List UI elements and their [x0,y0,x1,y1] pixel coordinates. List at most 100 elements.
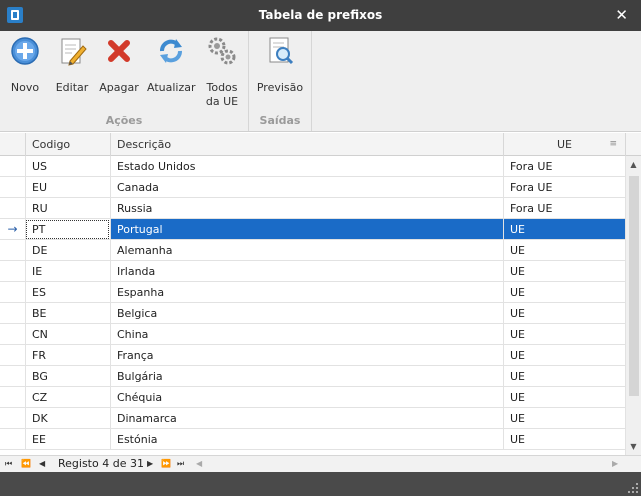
cell-descricao[interactable]: Bulgária [110,366,503,387]
apagar-button[interactable]: Apagar [98,35,140,95]
cell-ue[interactable]: UE [503,387,625,408]
cell-ue[interactable]: UE [503,324,625,345]
cell-ue[interactable]: UE [503,408,625,429]
cell-descricao[interactable]: Espanha [110,282,503,303]
cell-descricao[interactable]: Portugal [110,219,503,240]
column-header-ue[interactable]: UE ≡ [503,133,625,156]
cell-descricao[interactable]: Dinamarca [110,408,503,429]
scroll-thumb[interactable] [629,176,639,396]
row-indicator[interactable] [0,261,25,282]
table-row[interactable]: DK Dinamarca UE [0,408,625,429]
hscroll-right-icon[interactable]: ▶ [612,457,618,471]
cell-descricao[interactable]: Canada [110,177,503,198]
table-row[interactable]: CN China UE [0,324,625,345]
column-header-ue-label: UE [556,138,572,151]
title-bar: Tabela de prefixos ✕ [0,0,641,31]
cell-ue[interactable]: UE [503,366,625,387]
prefix-grid[interactable]: Codigo Descrição UE ≡ US Estado Unidos For… [0,133,641,455]
cell-ue[interactable]: UE [503,219,625,240]
cell-ue[interactable]: Fora UE [503,156,625,177]
table-row[interactable]: BG Bulgária UE [0,366,625,387]
row-indicator[interactable] [0,303,25,324]
table-row[interactable]: US Estado Unidos Fora UE [0,156,625,177]
scroll-down-icon[interactable]: ▼ [626,442,641,451]
editar-button[interactable]: Editar [52,35,92,95]
window-title: Tabela de prefixos [258,8,383,22]
cell-codigo[interactable]: EE [25,429,110,450]
table-row[interactable]: → PT Portugal UE [0,219,625,240]
close-button[interactable]: ✕ [615,6,628,24]
row-indicator[interactable] [0,345,25,366]
header-indicator-cell [0,133,25,156]
last-record-icon[interactable]: ⏭ [177,457,184,471]
cell-descricao[interactable]: China [110,324,503,345]
table-row[interactable]: IE Irlanda UE [0,261,625,282]
cell-descricao[interactable]: Chéquia [110,387,503,408]
row-indicator[interactable] [0,429,25,450]
next-record-icon[interactable]: ▶ [147,457,153,471]
cell-ue[interactable]: Fora UE [503,198,625,219]
novo-button[interactable]: Novo [4,35,46,95]
row-indicator[interactable] [0,240,25,261]
cell-codigo[interactable]: CN [25,324,110,345]
cell-descricao[interactable]: Estado Unidos [110,156,503,177]
row-indicator[interactable] [0,156,25,177]
table-row[interactable]: CZ Chéquia UE [0,387,625,408]
cell-codigo[interactable]: EU [25,177,110,198]
previsao-button[interactable]: Previsão [255,35,305,95]
table-row[interactable]: ES Espanha UE [0,282,625,303]
previous-record-icon[interactable]: ◀ [39,457,45,471]
cell-ue[interactable]: UE [503,261,625,282]
row-indicator[interactable] [0,366,25,387]
row-indicator[interactable] [0,408,25,429]
add-circle-icon [11,37,39,65]
row-indicator[interactable] [0,198,25,219]
cell-ue[interactable]: Fora UE [503,177,625,198]
cell-ue[interactable]: UE [503,240,625,261]
row-indicator[interactable] [0,177,25,198]
cell-codigo[interactable]: RU [25,198,110,219]
cell-descricao[interactable]: Belgica [110,303,503,324]
column-header-codigo[interactable]: Codigo [25,133,110,156]
cell-ue[interactable]: UE [503,303,625,324]
table-row[interactable]: EE Estónia UE [0,429,625,450]
table-row[interactable]: BE Belgica UE [0,303,625,324]
cell-codigo[interactable]: DK [25,408,110,429]
cell-codigo[interactable]: FR [25,345,110,366]
cell-codigo[interactable]: DE [25,240,110,261]
cell-descricao[interactable]: Estónia [110,429,503,450]
row-indicator[interactable] [0,387,25,408]
column-header-descricao[interactable]: Descrição [110,133,503,156]
atualizar-button[interactable]: Atualizar [147,35,196,95]
previous-page-icon[interactable]: ⏪ [21,457,31,471]
cell-codigo[interactable]: BG [25,366,110,387]
table-row[interactable]: RU Russia Fora UE [0,198,625,219]
table-row[interactable]: DE Alemanha UE [0,240,625,261]
sort-icon: ≡ [609,139,617,149]
resize-grip-icon[interactable] [628,483,638,493]
cell-descricao[interactable]: França [110,345,503,366]
table-row[interactable]: FR França UE [0,345,625,366]
row-indicator[interactable] [0,282,25,303]
todos-ue-button[interactable]: Todos da UE [201,35,243,109]
cell-descricao[interactable]: Irlanda [110,261,503,282]
hscroll-left-icon[interactable]: ◀ [196,457,202,471]
cell-codigo[interactable]: BE [25,303,110,324]
cell-codigo[interactable]: IE [25,261,110,282]
row-indicator-arrow-icon[interactable]: → [0,219,25,240]
next-page-icon[interactable]: ⏩ [161,457,171,471]
cell-descricao[interactable]: Alemanha [110,240,503,261]
vertical-scrollbar[interactable]: ▲ ▼ [625,156,641,455]
first-record-icon[interactable]: ⏮ [5,457,12,471]
cell-codigo[interactable]: PT [25,219,110,240]
cell-ue[interactable]: UE [503,429,625,450]
cell-descricao[interactable]: Russia [110,198,503,219]
cell-codigo[interactable]: ES [25,282,110,303]
row-indicator[interactable] [0,324,25,345]
cell-codigo[interactable]: CZ [25,387,110,408]
table-row[interactable]: EU Canada Fora UE [0,177,625,198]
cell-ue[interactable]: UE [503,282,625,303]
cell-codigo[interactable]: US [25,156,110,177]
scroll-up-icon[interactable]: ▲ [626,160,641,169]
cell-ue[interactable]: UE [503,345,625,366]
